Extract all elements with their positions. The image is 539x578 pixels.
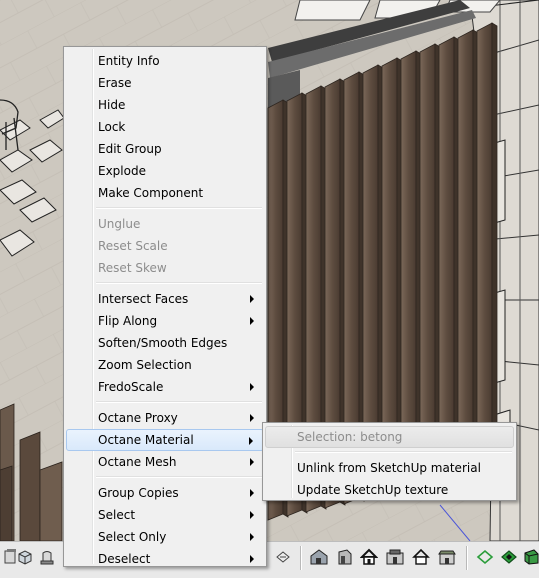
group-icon[interactable] — [36, 546, 58, 568]
submenu-arrow-icon — [250, 414, 254, 422]
menu-item-label: Zoom Selection — [98, 358, 192, 372]
menu-item-group-copies[interactable]: Group Copies — [66, 482, 264, 504]
section-display-icon[interactable] — [498, 546, 520, 568]
menu-item-octane-mesh[interactable]: Octane Mesh — [66, 451, 264, 473]
menu-separator — [96, 282, 262, 284]
menu-item-label: Reset Skew — [98, 261, 167, 275]
component-icon[interactable] — [14, 546, 36, 568]
menu-item-label: FredoScale — [98, 380, 164, 394]
roof-view-icon[interactable] — [436, 546, 458, 568]
menu-item-label: Make Component — [98, 186, 204, 200]
menu-item-edit-group[interactable]: Edit Group — [66, 138, 264, 160]
submenu-item-update-sketchup-texture[interactable]: Update SketchUp texture — [265, 479, 514, 501]
toolbar-separator — [466, 546, 468, 570]
menu-separator — [96, 401, 262, 403]
menu-item-label: Octane Material — [98, 433, 194, 447]
context-menu: Entity Info Erase Hide Lock Edit Group Explod… — [63, 46, 267, 567]
menu-item-label: Unlink from SketchUp material — [297, 461, 481, 475]
menu-item-unglue: Unglue — [66, 213, 264, 235]
menu-item-label: Select Only — [98, 530, 167, 544]
menu-item-label: Update SketchUp texture — [297, 483, 449, 497]
menu-item-label: Lock — [98, 120, 126, 134]
submenu-arrow-icon — [249, 437, 253, 445]
menu-separator — [295, 451, 512, 453]
menu-item-explode[interactable]: Explode — [66, 160, 264, 182]
submenu-arrow-icon — [250, 489, 254, 497]
menu-item-label: Select — [98, 508, 136, 522]
toolbar-separator — [300, 546, 302, 570]
menu-item-octane-material[interactable]: Octane Material — [66, 429, 264, 451]
wood-slat — [438, 36, 455, 485]
menu-item-label: Octane Mesh — [98, 455, 177, 469]
wood-slat — [476, 22, 493, 477]
menu-item-make-component[interactable]: Make Component — [66, 182, 264, 204]
menu-item-label: Reset Scale — [98, 239, 168, 253]
menu-item-label: Entity Info — [98, 54, 160, 68]
menu-item-label: Soften/Smooth Edges — [98, 336, 228, 350]
menu-item-flip-along[interactable]: Flip Along — [66, 310, 264, 332]
menu-item-zoom-selection[interactable]: Zoom Selection — [66, 354, 264, 376]
menu-item-entity-info[interactable]: Entity Info — [66, 50, 264, 72]
octane-material-submenu: Selection: betong Unlink from SketchUp ma… — [262, 422, 517, 501]
submenu-arrow-icon — [250, 511, 254, 519]
back-view-icon[interactable] — [384, 546, 406, 568]
menu-item-fredoscale[interactable]: FredoScale — [66, 376, 264, 398]
menu-separator — [96, 207, 262, 209]
menu-item-lock[interactable]: Lock — [66, 116, 264, 138]
left-view-icon[interactable] — [410, 546, 432, 568]
menu-item-label: Octane Proxy — [98, 411, 178, 425]
menu-item-label: Selection: betong — [297, 430, 403, 444]
menu-item-select-only[interactable]: Select Only — [66, 526, 264, 548]
submenu-arrow-icon — [250, 555, 254, 563]
menu-item-intersect-faces[interactable]: Intersect Faces — [66, 288, 264, 310]
menu-item-label: Erase — [98, 76, 132, 90]
front-view-icon[interactable] — [308, 546, 330, 568]
menu-item-label: Intersect Faces — [98, 292, 189, 306]
menu-item-select[interactable]: Select — [66, 504, 264, 526]
right-view-icon[interactable] — [334, 546, 356, 568]
menu-item-octane-proxy[interactable]: Octane Proxy — [66, 407, 264, 429]
menu-item-label: Hide — [98, 98, 126, 112]
menu-item-erase[interactable]: Erase — [66, 72, 264, 94]
menu-separator — [96, 476, 262, 478]
submenu-arrow-icon — [250, 458, 254, 466]
menu-item-label: Explode — [98, 164, 146, 178]
submenu-arrow-icon — [250, 383, 254, 391]
submenu-item-unlink-from-sketchup-material[interactable]: Unlink from SketchUp material — [265, 457, 514, 479]
section-plane-icon[interactable] — [474, 546, 496, 568]
menu-item-label: Flip Along — [98, 314, 158, 328]
house-icon[interactable] — [358, 546, 380, 568]
section-cut-icon[interactable] — [520, 546, 539, 568]
select-icon[interactable] — [272, 546, 294, 568]
menu-item-hide[interactable]: Hide — [66, 94, 264, 116]
wood-slat — [457, 29, 474, 481]
menu-item-reset-skew: Reset Skew — [66, 257, 264, 279]
menu-item-deselect[interactable]: Deselect — [66, 548, 264, 570]
menu-item-soften-smooth-edges[interactable]: Soften/Smooth Edges — [66, 332, 264, 354]
submenu-item-selection-betong: Selection: betong — [265, 426, 514, 448]
menu-item-label: Deselect — [98, 552, 151, 566]
menu-item-label: Edit Group — [98, 142, 162, 156]
menu-item-label: Unglue — [98, 217, 141, 231]
menu-item-reset-scale: Reset Scale — [66, 235, 264, 257]
submenu-arrow-icon — [250, 317, 254, 325]
submenu-arrow-icon — [250, 533, 254, 541]
menu-item-label: Group Copies — [98, 486, 179, 500]
submenu-arrow-icon — [250, 295, 254, 303]
wood-slat-side — [491, 22, 498, 474]
